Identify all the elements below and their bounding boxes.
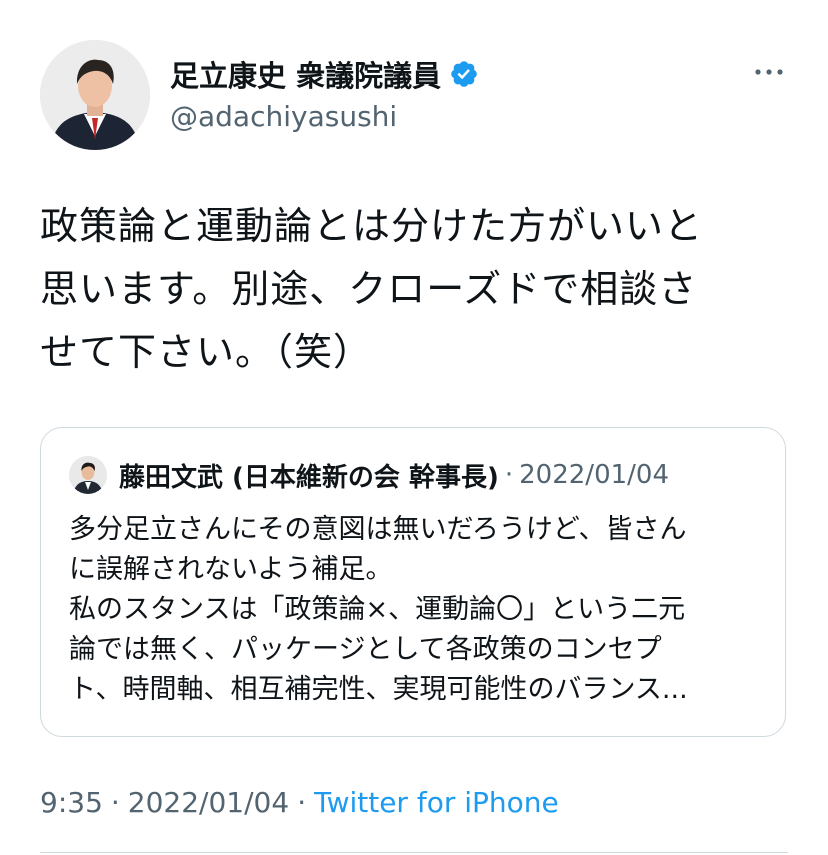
tweet-header: 足立康史 衆議院議員 @adachiyasushi bbox=[40, 40, 788, 150]
tweet-body-text: 政策論と運動論とは分けた方がいいと 思います。別途、クローズドで相談さ せて下さ… bbox=[40, 204, 704, 374]
author-avatar[interactable] bbox=[40, 40, 150, 150]
author-handle[interactable]: @adachiyasushi bbox=[170, 100, 479, 133]
tweet-source-link[interactable]: Twitter for iPhone bbox=[314, 786, 559, 819]
more-options-icon[interactable] bbox=[754, 62, 784, 75]
quoted-date: 2022/01/04 bbox=[519, 460, 669, 490]
person-portrait-icon bbox=[69, 456, 107, 494]
person-portrait-icon bbox=[40, 40, 150, 150]
quoted-separator: · bbox=[504, 460, 514, 490]
quoted-tweet-text: 多分足立さんにその意図は無いだろうけど、皆さん に誤解されないよう補足。 私のス… bbox=[69, 514, 688, 705]
quoted-author-name: 藤田文武 (日本維新の会 幹事長) bbox=[119, 462, 499, 493]
meta-separator: · bbox=[110, 786, 120, 819]
meta-separator: · bbox=[297, 786, 307, 819]
quoted-author-avatar bbox=[69, 456, 107, 494]
quoted-tweet-card[interactable]: 藤田文武 (日本維新の会 幹事長) · 2022/01/04 多分足立さんにその… bbox=[40, 427, 786, 737]
tweet-date[interactable]: 2022/01/04 bbox=[128, 786, 289, 819]
verified-badge-icon bbox=[449, 59, 479, 89]
tweet-time[interactable]: 9:35 bbox=[40, 786, 103, 819]
author-display-name[interactable]: 足立康史 衆議院議員 bbox=[170, 53, 441, 95]
divider bbox=[40, 852, 788, 853]
tweet-meta: 9:35 · 2022/01/04 · Twitter for iPhone bbox=[40, 786, 559, 819]
